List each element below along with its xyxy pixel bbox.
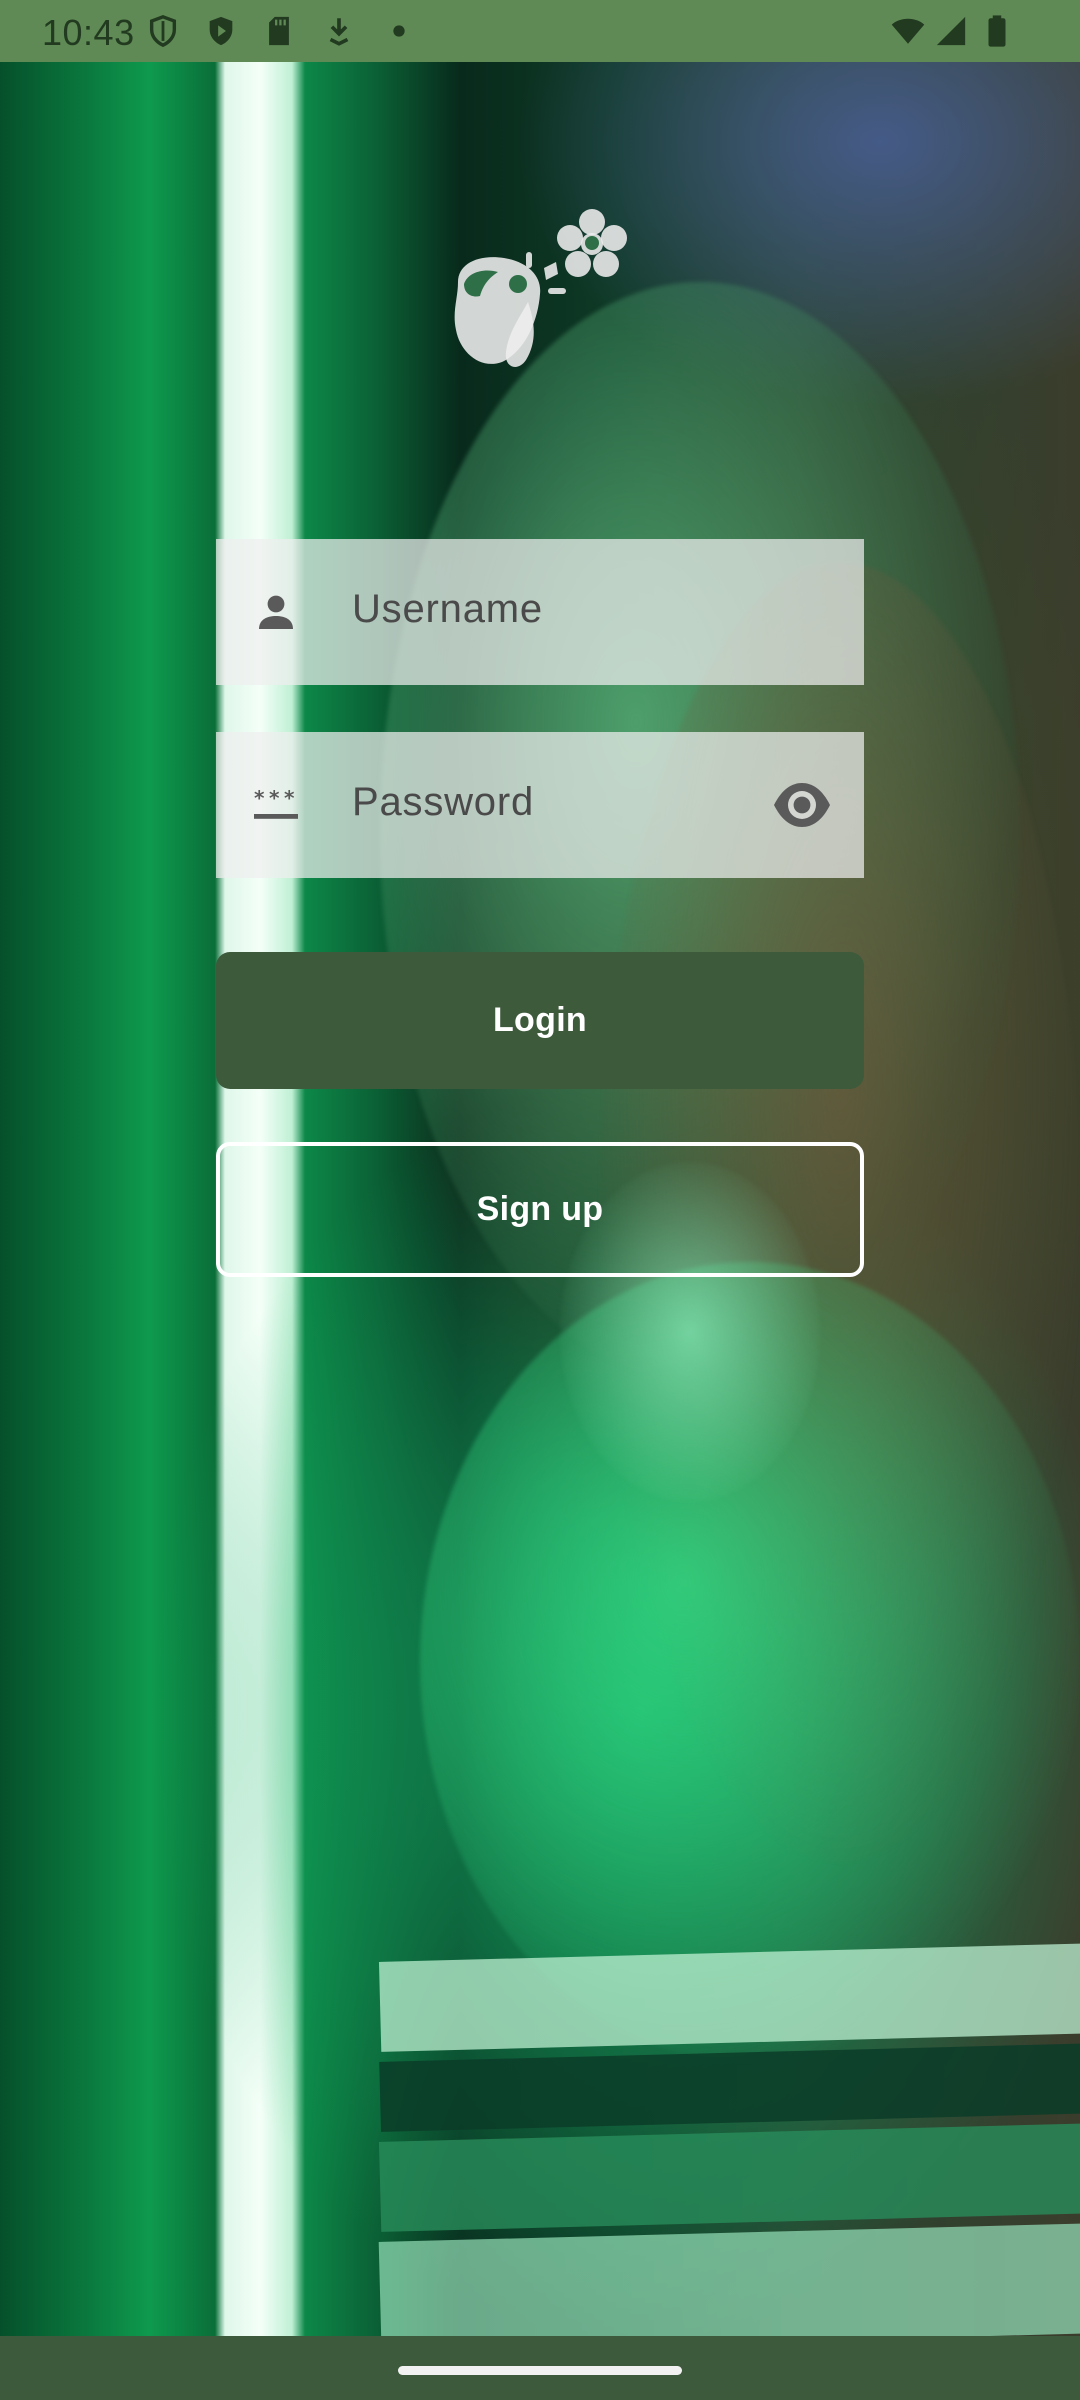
status-bar: 10:43 bbox=[0, 0, 1080, 62]
login-button[interactable]: Login bbox=[216, 952, 864, 1089]
teapot-flower-icon bbox=[454, 209, 627, 367]
svg-text:*: * bbox=[269, 786, 280, 810]
sd-card-icon bbox=[269, 16, 289, 46]
status-time: 10:43 bbox=[42, 12, 135, 53]
signup-button-label: Sign up bbox=[476, 1190, 604, 1228]
person-icon bbox=[259, 595, 293, 629]
username-field[interactable]: Username bbox=[216, 539, 864, 685]
username-input[interactable] bbox=[352, 539, 752, 685]
dot-icon bbox=[393, 25, 405, 37]
login-screen: 10:43 Username * * * Password Login Sign… bbox=[0, 0, 1080, 2400]
eye-icon[interactable] bbox=[772, 777, 832, 833]
password-field[interactable]: * * * Password bbox=[216, 732, 864, 878]
navigation-bar bbox=[0, 2336, 1080, 2400]
download-icon bbox=[329, 18, 349, 46]
battery-icon bbox=[988, 15, 1006, 47]
svg-text:*: * bbox=[254, 786, 265, 810]
signup-button[interactable]: Sign up bbox=[216, 1142, 864, 1277]
shield-outline-icon bbox=[149, 15, 177, 48]
home-indicator[interactable] bbox=[398, 2366, 682, 2375]
wifi-icon bbox=[891, 18, 925, 44]
svg-text:*: * bbox=[284, 786, 295, 810]
play-protect-icon bbox=[209, 16, 233, 46]
signal-icon bbox=[936, 16, 966, 46]
login-button-label: Login bbox=[492, 1001, 588, 1039]
password-dots-icon: * * * bbox=[254, 786, 298, 819]
password-input[interactable] bbox=[352, 732, 752, 878]
